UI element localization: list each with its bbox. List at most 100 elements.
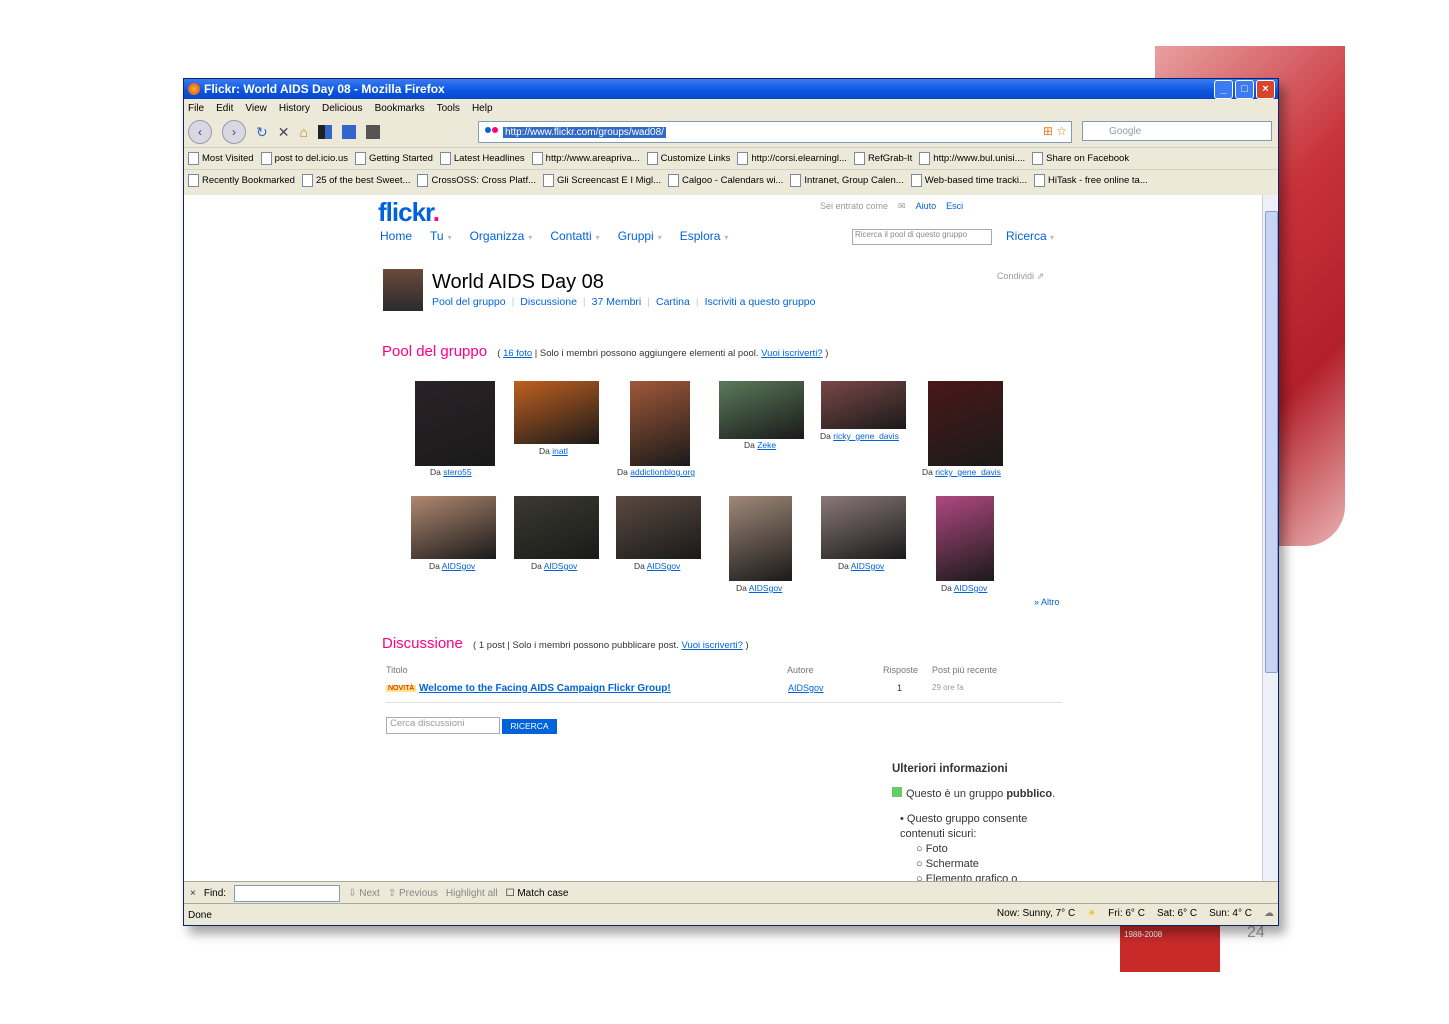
pool-photo[interactable] xyxy=(729,496,792,581)
bookmark-item[interactable]: 25 of the best Sweet... xyxy=(301,174,410,187)
photo-author-link[interactable]: ricky_gene_davis xyxy=(833,431,899,441)
topic-link[interactable]: Welcome to the Facing AIDS Campaign Flic… xyxy=(419,683,671,694)
nav-groups[interactable]: Gruppi ▾ xyxy=(618,229,662,243)
bookmark-item[interactable]: Share on Facebook xyxy=(1032,152,1129,165)
nav-organize[interactable]: Organizza ▾ xyxy=(470,229,533,243)
photo-author-link[interactable]: stero55 xyxy=(443,467,471,477)
tag-icon[interactable] xyxy=(365,125,380,139)
photo-author-link[interactable]: AIDSgov xyxy=(544,561,578,571)
bookmark-item[interactable]: http://www.bul.unisi.... xyxy=(919,152,1025,165)
share-button[interactable]: Condividi ⇗ xyxy=(997,271,1044,282)
exit-link[interactable]: Esci xyxy=(946,201,963,212)
nav-you[interactable]: Tu ▾ xyxy=(430,229,452,243)
pool-photo[interactable] xyxy=(411,496,496,559)
bookmark-item[interactable]: CrossOSS: Cross Platf... xyxy=(417,174,536,187)
bookmark-item[interactable]: http://corsi.elearningl... xyxy=(737,152,847,165)
pool-photo[interactable] xyxy=(514,496,599,559)
nav-explore[interactable]: Esplora ▾ xyxy=(680,229,729,243)
sublink-pool[interactable]: Pool del gruppo xyxy=(432,296,506,308)
home-icon[interactable]: ⌂ xyxy=(299,124,307,140)
topic-author[interactable]: AIDSgov xyxy=(788,683,824,693)
sublink-members[interactable]: 37 Membri xyxy=(592,296,642,308)
photo-author-link[interactable]: AIDSgov xyxy=(954,583,988,593)
pool-photo[interactable] xyxy=(415,381,495,466)
help-link[interactable]: Aiuto xyxy=(916,201,937,212)
photo-author-link[interactable]: AIDSgov xyxy=(749,583,783,593)
menu-delicious[interactable]: Delicious xyxy=(322,103,363,114)
menu-bookmarks[interactable]: Bookmarks xyxy=(375,103,425,114)
url-bar[interactable]: http://www.flickr.com/groups/wad08/ ⊞ ☆ xyxy=(478,121,1072,143)
pool-photo[interactable] xyxy=(719,381,804,439)
bookmark-item[interactable]: Recently Bookmarked xyxy=(188,174,295,187)
search-engine-input[interactable]: Google xyxy=(1082,121,1272,141)
highlight-all-button[interactable]: Highlight all xyxy=(446,888,498,899)
bookmark-item[interactable]: Web-based time tracki... xyxy=(910,174,1027,187)
flickr-logo[interactable]: flickr. xyxy=(378,197,440,228)
sublink-map[interactable]: Cartina xyxy=(656,296,690,308)
forward-button[interactable]: › xyxy=(222,120,246,144)
pool-photo[interactable] xyxy=(630,381,690,466)
mail-icon[interactable]: ✉ xyxy=(898,201,906,212)
nav-contacts[interactable]: Contatti ▾ xyxy=(550,229,599,243)
discussion-search-input[interactable]: Cerca discussioni xyxy=(386,717,500,734)
sublink-join[interactable]: Iscriviti a questo gruppo xyxy=(705,296,816,308)
bookmark-item[interactable]: Getting Started xyxy=(354,152,433,165)
bookmark-item[interactable]: Calgoo - Calendars wi... xyxy=(668,174,783,187)
pool-photo[interactable] xyxy=(616,496,701,559)
menu-file[interactable]: File xyxy=(188,103,204,114)
close-find-icon[interactable]: × xyxy=(190,888,196,899)
group-search-button[interactable]: Ricerca ▾ xyxy=(1006,229,1054,243)
discussion-join-link[interactable]: Vuoi iscriverti? xyxy=(681,640,742,651)
scrollbar-thumb[interactable] xyxy=(1265,211,1278,673)
pool-photo[interactable] xyxy=(936,496,994,581)
photo-author-link[interactable]: AIDSgov xyxy=(851,561,885,571)
minimize-button[interactable]: _ xyxy=(1214,80,1233,99)
weather-sat[interactable]: Sat: 6° C xyxy=(1157,908,1197,919)
bookmark-item[interactable]: Customize Links xyxy=(646,152,730,165)
menu-view[interactable]: View xyxy=(245,103,267,114)
match-case-checkbox[interactable]: ☐ Match case xyxy=(506,888,569,899)
weather-fri[interactable]: Fri: 6° C xyxy=(1108,908,1145,919)
bookmark-item[interactable]: Most Visited xyxy=(188,152,254,165)
photo-author-link[interactable]: Zeke xyxy=(757,440,776,450)
pool-join-link[interactable]: Vuoi iscriverti? xyxy=(761,348,822,359)
back-button[interactable]: ‹ xyxy=(188,120,212,144)
maximize-button[interactable]: □ xyxy=(1235,80,1254,99)
find-input[interactable] xyxy=(234,884,341,902)
group-avatar[interactable] xyxy=(383,269,423,311)
nav-home[interactable]: Home xyxy=(380,229,412,243)
delicious-icon[interactable] xyxy=(317,125,332,139)
menu-history[interactable]: History xyxy=(279,103,310,114)
bookmark-item[interactable]: Intranet, Group Calen... xyxy=(790,174,904,187)
group-search-input[interactable]: Ricerca il pool di questo gruppo xyxy=(852,229,992,245)
reload-icon[interactable]: ↻ xyxy=(256,124,268,141)
pool-count-link[interactable]: 16 foto xyxy=(503,348,532,359)
photo-author-link[interactable]: AIDSgov xyxy=(442,561,476,571)
photo-author-link[interactable]: addictionblog.org xyxy=(630,467,695,477)
stop-icon[interactable]: ✕ xyxy=(278,124,290,141)
weather-now[interactable]: Now: Sunny, 7° C xyxy=(997,908,1075,919)
bookmark-item[interactable]: HiTask - free online ta... xyxy=(1033,174,1148,187)
bookmark-item[interactable]: Gli Screencast E I Migl... xyxy=(543,174,661,187)
close-button[interactable]: × xyxy=(1256,80,1275,99)
discussion-search-button[interactable]: RICERCA xyxy=(502,719,557,734)
vertical-scrollbar[interactable] xyxy=(1262,195,1278,881)
pool-photo[interactable] xyxy=(821,381,906,429)
weather-sun[interactable]: Sun: 4° C xyxy=(1209,908,1252,919)
photo-author-link[interactable]: ricky_gene_davis xyxy=(935,467,1001,477)
sublink-discussion[interactable]: Discussione xyxy=(520,296,577,308)
pool-photo[interactable] xyxy=(514,381,599,444)
photo-author-link[interactable]: inatl xyxy=(552,446,568,456)
pool-photo[interactable] xyxy=(821,496,906,559)
rss-icon[interactable]: ⊞ ☆ xyxy=(1043,124,1067,138)
more-photos-link[interactable]: » Altro xyxy=(1034,597,1060,607)
menu-edit[interactable]: Edit xyxy=(216,103,233,114)
find-next-button[interactable]: ⇩ Next xyxy=(348,888,380,899)
bookmark-item[interactable]: RefGrab-It xyxy=(853,152,912,165)
menu-help[interactable]: Help xyxy=(472,103,493,114)
pool-photo[interactable] xyxy=(928,381,1003,466)
bookmark-item[interactable]: Latest Headlines xyxy=(439,152,525,165)
find-previous-button[interactable]: ⇧ Previous xyxy=(388,888,438,899)
photo-author-link[interactable]: AIDSgov xyxy=(647,561,681,571)
blog-icon[interactable] xyxy=(341,125,356,139)
